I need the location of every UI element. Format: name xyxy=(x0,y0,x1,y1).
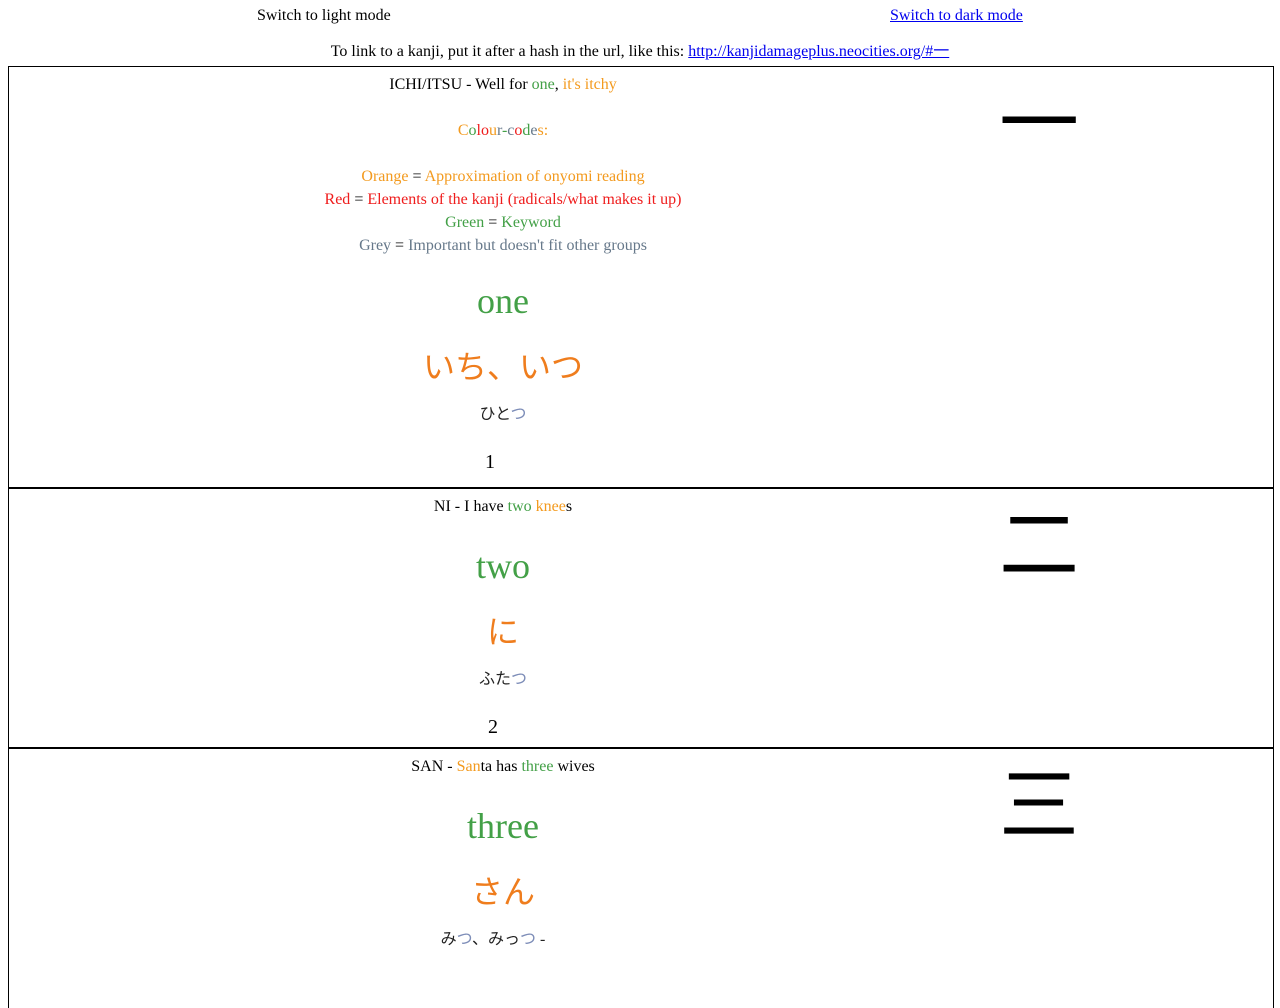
colour-legend: Orange = Approximation of onyomi reading… xyxy=(9,165,997,257)
legend-equals: = xyxy=(391,237,409,254)
kunyomi-reading: みつ、みっつ - xyxy=(9,930,977,950)
link-hint-text: To link to a kanji, put it after a hash … xyxy=(330,43,689,60)
kanji-info: SAN - Santa has three wives three さん みつ、… xyxy=(9,749,997,976)
legend-colour-name: Grey xyxy=(359,237,392,254)
colour-codes-letter: C xyxy=(457,122,469,139)
kanji-number: 2 xyxy=(488,716,498,738)
mnemonic-title: SAN - Santa has three wives xyxy=(9,755,997,778)
legend-description: Important but doesn't fit other groups xyxy=(408,237,647,254)
kunyomi-stem: 、みっ xyxy=(472,931,521,948)
mnemonic-text: s xyxy=(565,498,573,515)
colour-codes-letter: o xyxy=(480,122,489,139)
okurigana: つ xyxy=(510,406,527,423)
kunyomi-stem: み xyxy=(440,931,457,948)
mnemonic-highlight-orange: knee xyxy=(535,498,566,515)
mnemonic-text: ta has xyxy=(480,758,522,775)
kunyomi-stem: ふた xyxy=(478,671,511,688)
legend-colour-name: Green xyxy=(445,214,485,231)
kanji-info: NI - I have two knees two に ふたつ 2 xyxy=(9,489,997,738)
keyword: three xyxy=(467,806,539,846)
mnemonic-text: ICHI/ITSU - Well for xyxy=(389,76,532,93)
legend-description: Approximation of onyomi reading xyxy=(424,168,645,185)
mnemonic-highlight-orange: it's itchy xyxy=(562,76,617,93)
legend-description: Keyword xyxy=(501,214,561,231)
legend-row-orange: Orange = Approximation of onyomi reading xyxy=(9,165,997,188)
switch-light-mode[interactable]: Switch to light mode xyxy=(257,7,391,25)
keyword: one xyxy=(477,281,529,321)
kanji-row: NI - I have two knees two に ふたつ 2 二 xyxy=(8,488,1274,748)
kanji-character: 三 xyxy=(999,763,1079,851)
legend-row-grey: Grey = Important but doesn't fit other g… xyxy=(9,234,997,257)
mode-switcher: Switch to light mode Switch to dark mode xyxy=(0,7,1280,27)
kanji-character: 二 xyxy=(999,503,1079,591)
mnemonic-highlight-green: one xyxy=(531,76,555,93)
mnemonic-title: NI - I have two knees xyxy=(9,495,997,518)
colour-codes-heading: Colour-codes: xyxy=(9,119,997,142)
link-hint: To link to a kanji, put it after a hash … xyxy=(0,37,1280,61)
kunyomi-stem: - xyxy=(536,931,546,948)
legend-row-red: Red = Elements of the kanji (radicals/wh… xyxy=(9,188,997,211)
mnemonic-title: ICHI/ITSU - Well for one, it's itchy xyxy=(9,73,997,96)
mnemonic-text: SAN - xyxy=(411,758,457,775)
okurigana: つ xyxy=(520,931,537,948)
colour-codes-letter: : xyxy=(543,122,549,139)
mnemonic-text: NI - I have xyxy=(433,498,508,515)
colour-codes-letter: u xyxy=(488,122,497,139)
keyword: two xyxy=(476,546,530,586)
onyomi-reading: さん xyxy=(470,874,535,910)
onyomi-reading: に xyxy=(486,614,519,650)
okurigana: つ xyxy=(456,931,473,948)
mnemonic-highlight-orange: San xyxy=(456,758,481,775)
mnemonic-highlight-green: two xyxy=(507,498,532,515)
legend-equals: = xyxy=(484,214,502,231)
mnemonic-highlight-green: three xyxy=(521,758,554,775)
kunyomi-reading: ふたつ xyxy=(9,670,997,690)
switch-dark-mode-link[interactable]: Switch to dark mode xyxy=(890,7,1023,25)
okurigana: つ xyxy=(511,671,528,688)
legend-equals: = xyxy=(408,168,425,185)
legend-colour-name: Orange xyxy=(361,168,409,185)
colour-codes-letter: e xyxy=(530,122,538,139)
kanji-info: ICHI/ITSU - Well for one, it's itchy Col… xyxy=(9,67,997,473)
mnemonic-text: wives xyxy=(553,758,595,775)
kunyomi-reading: ひとつ xyxy=(9,405,997,425)
kanji-number: 1 xyxy=(485,451,495,473)
legend-colour-name: Red xyxy=(324,191,351,208)
onyomi-reading: いち、いつ xyxy=(422,349,583,385)
kanji-row: ICHI/ITSU - Well for one, it's itchy Col… xyxy=(8,66,1274,488)
legend-row-green: Green = Keyword xyxy=(9,211,997,234)
kanji-row: SAN - Santa has three wives three さん みつ、… xyxy=(8,748,1274,1008)
legend-description: Elements of the kanji (radicals/what mak… xyxy=(367,191,682,208)
kanji-character: 一 xyxy=(999,81,1079,169)
mnemonic-text: , xyxy=(554,76,563,93)
legend-equals: = xyxy=(350,191,368,208)
kunyomi-stem: ひと xyxy=(479,406,511,423)
example-kanji-link[interactable]: http://kanjidamageplus.neocities.org/#一 xyxy=(688,43,949,60)
kanji-table: ICHI/ITSU - Well for one, it's itchy Col… xyxy=(8,66,1274,1008)
